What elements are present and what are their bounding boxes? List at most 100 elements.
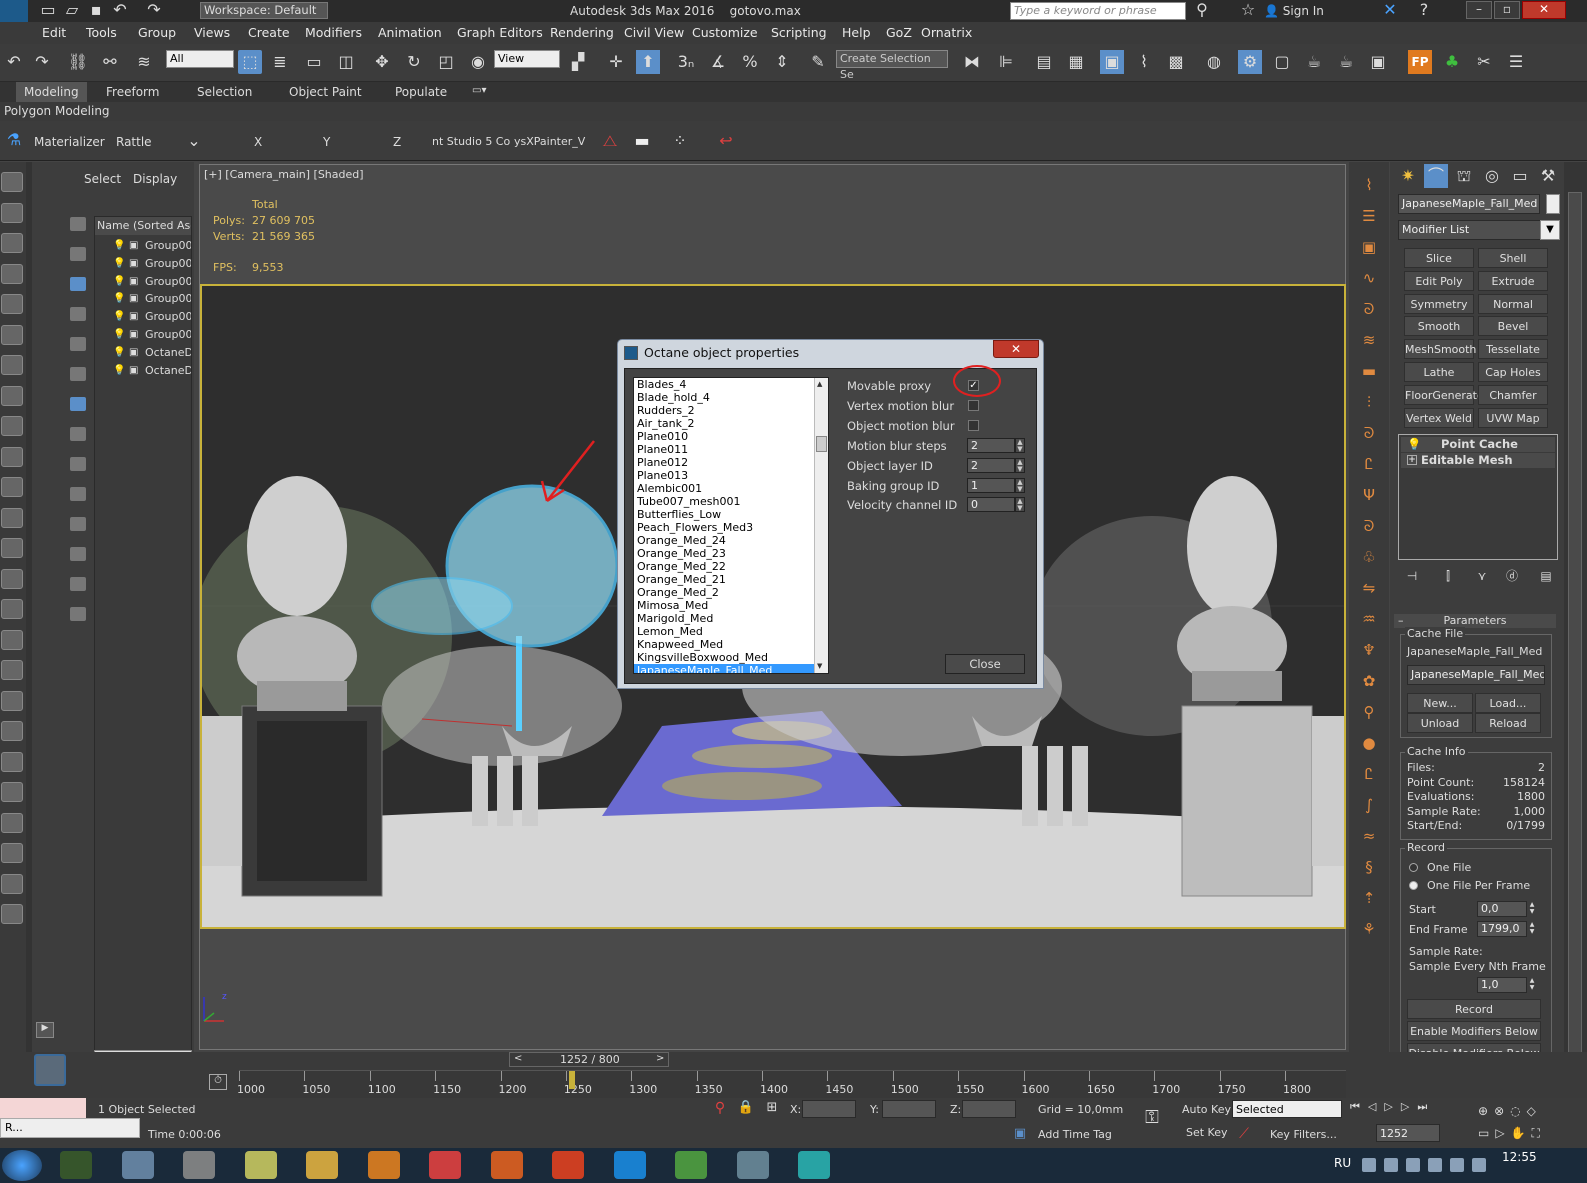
explorer-filter-icon[interactable] — [70, 217, 86, 231]
reference-coordinate-select[interactable]: View — [494, 50, 560, 68]
select-object-icon[interactable]: ⬚ — [238, 50, 262, 74]
rect-selection-icon[interactable]: ▭ — [302, 50, 326, 74]
box-icon[interactable] — [1, 446, 23, 467]
exchange-icon[interactable]: ✕ — [1378, 0, 1402, 22]
parameters-rollout-header[interactable]: – Parameters — [1394, 614, 1556, 628]
menu-scripting[interactable]: Scripting — [771, 25, 827, 40]
motion-tab-icon[interactable]: ◎ — [1480, 164, 1504, 188]
grass-icon[interactable]: ♆ — [1358, 641, 1380, 661]
modifier-button-uvw-map[interactable]: UVW Map — [1478, 407, 1548, 428]
object-list-item[interactable]: Rudders_2 — [634, 404, 814, 417]
explorer-filter-icon[interactable] — [70, 577, 86, 591]
object-list-item[interactable]: JapaneseMaple_Fall_Med — [634, 664, 814, 673]
drop-icon[interactable]: ⚲ — [1358, 703, 1380, 723]
scene-row[interactable]: 💡 ▣ Group006 — [95, 273, 191, 290]
array-icon[interactable] — [1, 843, 23, 863]
modifier-button-tessellate[interactable]: Tessellate — [1478, 339, 1548, 360]
curve-icon[interactable]: ∫ — [1358, 796, 1380, 816]
explorer-filter-icon[interactable] — [70, 547, 86, 561]
menu-civil-view[interactable]: Civil View — [624, 25, 684, 40]
new-cache-button[interactable]: New... — [1407, 693, 1473, 713]
object-list[interactable]: Blades_4 Blade_hold_4 Rudders_2 Air_tank_2 P… — [633, 377, 829, 674]
motion-blur-steps-spinner[interactable]: ▲ ▼ — [1015, 438, 1025, 453]
explorer-filter-icon[interactable] — [70, 517, 86, 531]
remove-modifier-icon[interactable]: ⓓ — [1500, 564, 1524, 588]
create-tab-icon[interactable]: ✷ — [1396, 164, 1420, 188]
configure-sets-icon[interactable]: ▤ — [1534, 564, 1558, 588]
object-list-item[interactable]: Knapweed_Med — [634, 638, 814, 651]
volume-icon[interactable] — [1384, 1158, 1398, 1172]
path-icon[interactable]: ⇋ — [1358, 579, 1380, 599]
layer-manager-icon[interactable]: ▤ — [1032, 50, 1056, 74]
light-bulb-icon[interactable]: 💡 — [113, 273, 125, 290]
ribbon-tab-object-paint[interactable]: Object Paint — [281, 82, 370, 102]
end-frame-input[interactable]: 1799,0 — [1477, 921, 1527, 937]
hook-icon[interactable]: Ꮭ — [1358, 765, 1380, 785]
snap-3d-icon[interactable]: 3ₙ — [674, 50, 698, 74]
object-list-item[interactable]: Orange_Med_21 — [634, 573, 814, 586]
curve-editor-icon[interactable]: ⌇ — [1132, 50, 1156, 74]
object-color-swatch[interactable] — [1546, 194, 1560, 214]
light-bulb-icon[interactable]: 💡 — [113, 255, 125, 272]
branch-icon[interactable]: ⇡ — [1358, 889, 1380, 909]
polygon-modeling-label[interactable]: Polygon Modeling — [4, 104, 110, 118]
explorer-filter-icon[interactable] — [70, 307, 86, 321]
named-selection-set-input[interactable]: Create Selection Se — [836, 50, 948, 81]
bars-icon[interactable]: ⫶ — [1358, 393, 1380, 413]
torus-icon[interactable] — [1, 477, 23, 497]
key-icon[interactable]: ⚿ — [1140, 1106, 1164, 1130]
object-list-item[interactable]: Plane010 — [634, 430, 814, 443]
menu-animation[interactable]: Animation — [378, 25, 442, 40]
sphere-icon[interactable] — [1, 416, 23, 436]
hf-icon[interactable] — [1, 751, 23, 772]
ribbon-toggle-icon[interactable]: ▦ — [1064, 50, 1088, 74]
load-cache-button[interactable]: Load... — [1475, 693, 1541, 713]
auto-key-button[interactable]: Auto Key — [1182, 1103, 1231, 1116]
disc-icon[interactable] — [1, 568, 23, 589]
media-icon[interactable] — [367, 1151, 400, 1179]
save-icon[interactable]: ▪ — [84, 0, 108, 22]
angle-snap-icon[interactable]: ∡ — [706, 50, 730, 74]
make-unique-icon[interactable]: ⋎ — [1470, 564, 1494, 588]
redo-icon[interactable]: ↷ — [30, 50, 54, 74]
patch-icon[interactable] — [1, 599, 23, 619]
play-icon[interactable]: ▷ — [1384, 1100, 1400, 1113]
ribbon-options-icon[interactable]: ▭▾ — [472, 85, 486, 96]
light-bulb-icon[interactable]: 💡 — [113, 237, 125, 254]
move-icon[interactable]: ✥ — [370, 50, 394, 74]
materializer-icon[interactable]: ⚗ — [2, 128, 26, 152]
menu-edit[interactable]: Edit — [42, 25, 66, 40]
scene-row[interactable]: 💡 ▣ Group007 — [95, 290, 191, 307]
modifier-button-edit-poly[interactable]: Edit Poly — [1404, 270, 1474, 291]
object-list-item[interactable]: Air_tank_2 — [634, 417, 814, 430]
explorer-filter-icon[interactable] — [70, 337, 86, 351]
list-icon[interactable] — [1, 233, 23, 253]
modifier-button-bevel[interactable]: Bevel — [1478, 316, 1548, 337]
one-file-radio[interactable] — [1409, 863, 1418, 872]
ribbon-tab-selection[interactable]: Selection — [189, 82, 260, 102]
fov-icon[interactable]: ▷ — [1495, 1126, 1510, 1140]
film-icon[interactable] — [1, 385, 23, 406]
explorer-filter-icon[interactable] — [70, 607, 86, 621]
object-motion-blur-checkbox[interactable] — [968, 420, 979, 431]
velocity-channel-id-spinner[interactable]: ▲ ▼ — [1015, 497, 1025, 512]
object-layer-id-spinner[interactable]: ▲ ▼ — [1015, 458, 1025, 473]
modifier-button-cap-holes[interactable]: Cap Holes — [1478, 362, 1548, 382]
show-end-result-icon[interactable]: ⫿ — [1436, 564, 1460, 588]
unlink-icon[interactable]: ⚯ — [98, 50, 122, 74]
modifier-button-shell[interactable]: Shell — [1478, 248, 1548, 268]
set-key-button[interactable]: Set Key — [1186, 1126, 1228, 1139]
scene-row[interactable]: 💡 ▣ Group008 — [95, 308, 191, 325]
notepad-icon[interactable] — [121, 1151, 154, 1179]
material-editor-icon[interactable]: ◍ — [1202, 50, 1226, 74]
redo-icon[interactable]: ↷ — [142, 0, 166, 22]
z-axis-button[interactable]: Z — [393, 135, 401, 149]
start-spinner[interactable]: ▲ ▼ — [1527, 901, 1537, 917]
object-list-item[interactable]: Orange_Med_23 — [634, 547, 814, 560]
clock[interactable]: 12:55 — [1502, 1150, 1537, 1164]
cheese-icon[interactable] — [244, 1151, 277, 1179]
light-bulb-icon[interactable]: 💡 — [113, 290, 125, 307]
skype-icon[interactable] — [613, 1151, 646, 1179]
manipulate-icon[interactable]: ✛ — [604, 50, 628, 74]
new-file-icon[interactable]: ▭ — [36, 0, 60, 22]
